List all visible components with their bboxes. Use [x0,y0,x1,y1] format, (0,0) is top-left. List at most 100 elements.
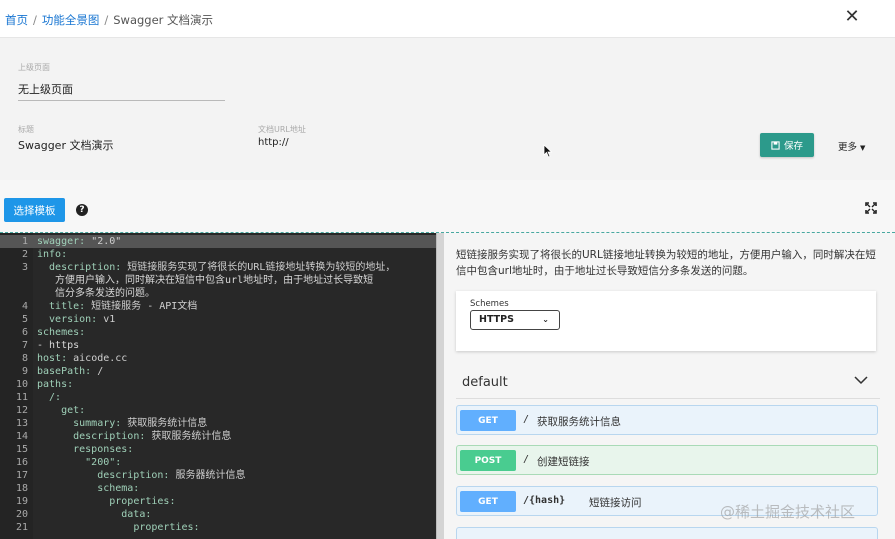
tag-section-header[interactable]: default [456,365,880,399]
editor-line: 13 summary: 获取服务统计信息 [0,417,436,430]
line-number: 14 [15,431,28,442]
operation-post-root[interactable]: POST / 创建短链接 [456,445,878,475]
editor-toolbar: 选择模板 ? [0,180,895,233]
editor-line: 18 schema: [0,482,436,495]
line-number: 8 [21,353,28,364]
line-number: 11 [15,392,28,403]
editor-line: 19 properties: [0,495,436,508]
line-number: 15 [15,444,28,455]
page-settings-form: 上级页面 无上级页面 标题 Swagger 文档演示 文档URL地址 http:… [0,38,895,180]
editor-line: 12 get: [0,404,436,417]
line-number: 12 [15,405,28,416]
operation-summary: 获取服务统计信息 [537,416,621,428]
line-code: - https [37,340,80,351]
line-code: title: 短链接服务 - API文档 [49,301,198,312]
line-code: schemes: [37,327,86,338]
method-badge: POST [460,450,516,471]
line-code: /: [49,392,62,403]
editor-line: 10 paths: [0,378,436,391]
line-code: description: 获取服务统计信息 [73,431,232,442]
line-code: host: aicode.cc [37,353,128,364]
line-number: 1 [21,236,28,247]
editor-line: 17 description: 服务器统计信息 [0,469,436,482]
select-template-button[interactable]: 选择模板 [4,198,65,222]
editor-line: 16 "200": [0,456,436,469]
chevron-down-icon: ⌄ [542,315,549,324]
more-menu-label: 更多 [838,142,858,153]
save-button[interactable]: 保存 [760,133,814,157]
line-code: get: [61,405,86,416]
top-bar: 首页 / 功能全景图 / Swagger 文档演示 ✕ [0,0,895,38]
operation-path: / [523,414,530,425]
editor-line: 4 title: 短链接服务 - API文档 [0,300,436,313]
line-number: 2 [21,249,28,260]
operation-partial[interactable] [456,527,878,539]
editor-line: 方便用户输入，同时解决在短信中包含url地址时，由于地址过长导致短 [0,274,436,287]
editor-line: 20 data: [0,508,436,521]
line-code: responses: [73,444,134,455]
caret-down-icon: ▼ [860,144,866,152]
breadcrumb-overview-link[interactable]: 功能全景图 [42,13,100,27]
line-code: paths: [37,379,74,390]
line-code: swagger: "2.0" [37,236,122,247]
line-code: info: [37,249,68,260]
parent-page-underline [18,100,225,101]
editor-line: 7 - https [0,339,436,352]
method-badge: GET [460,491,516,512]
line-number: 18 [15,483,28,494]
line-number: 16 [15,457,28,468]
operation-get-root[interactable]: GET / 获取服务统计信息 [456,405,878,435]
operation-path: /{hash} [523,495,566,506]
fullscreen-icon[interactable] [865,202,877,214]
line-code: properties: [109,496,176,507]
line-code: 方便用户输入，同时解决在短信中包含url地址时，由于地址过长导致短 [55,275,374,286]
app-root: 首页 / 功能全景图 / Swagger 文档演示 ✕ 上级页面 无上级页面 标题 Sw… [0,0,895,539]
method-badge: GET [460,410,516,431]
editor-line: 2 info: [0,248,436,261]
save-button-label: 保存 [783,141,803,152]
doc-url-field[interactable]: http:// [258,137,289,148]
line-number: 20 [15,509,28,520]
line-code: description: 服务器统计信息 [97,470,246,481]
line-number: 19 [15,496,28,507]
editor-line: 14 description: 获取服务统计信息 [0,430,436,443]
more-menu[interactable]: 更多 ▼ [838,139,865,153]
line-number: 3 [21,262,28,273]
editor-line: 3 description: 短链接服务实现了将很长的URL链接地址转换为较短的地… [0,261,436,274]
watermark-text: @稀土掘金技术社区 [720,503,856,521]
editor-line: 1 swagger: "2.0" [0,235,436,248]
editor-line: 11 /: [0,391,436,404]
editor-line: 15 responses: [0,443,436,456]
breadcrumb: 首页 / 功能全景图 / Swagger 文档演示 [5,12,213,28]
editor-line: 9 basePath: / [0,365,436,378]
editor-line: 6 schemes: [0,326,436,339]
close-icon[interactable]: ✕ [843,8,861,26]
yaml-editor[interactable]: 1 swagger: "2.0" 2 info: 3 description: 短链接服务… [0,233,436,539]
editor-line: 21 properties: [0,521,436,534]
api-description: 短链接服务实现了将很长的URL链接地址转换为较短的地址，方便用户输入，同时解决在… [456,249,876,277]
help-icon[interactable]: ? [76,204,88,216]
line-code: description: 短链接服务实现了将很长的URL链接地址转换为较短的地址… [49,262,396,273]
schemes-card: Schemes HTTPS ⌄ [456,291,876,351]
line-code: version: v1 [49,314,116,325]
line-number: 13 [15,418,28,429]
line-number: 4 [21,301,28,312]
line-code: basePath: / [37,366,104,377]
mouse-cursor-icon [543,144,553,158]
breadcrumb-separator: / [104,13,109,27]
breadcrumb-home-link[interactable]: 首页 [5,13,28,27]
line-code: schema: [97,483,140,494]
parent-page-field[interactable]: 无上级页面 [18,81,73,97]
editor-line: 信分多条发送的问题。 [0,287,436,300]
operation-summary: 短链接访问 [589,497,642,509]
line-number: 17 [15,470,28,481]
title-field[interactable]: Swagger 文档演示 [18,137,113,153]
line-number: 6 [21,327,28,338]
operation-path: / [523,454,530,465]
schemes-selected-value: HTTPS [479,314,514,325]
schemes-select[interactable]: HTTPS ⌄ [470,310,560,330]
breadcrumb-current: Swagger 文档演示 [113,13,214,27]
breadcrumb-separator: / [33,13,37,27]
line-number: 21 [15,522,28,533]
pane-resize-handle[interactable] [436,233,444,539]
